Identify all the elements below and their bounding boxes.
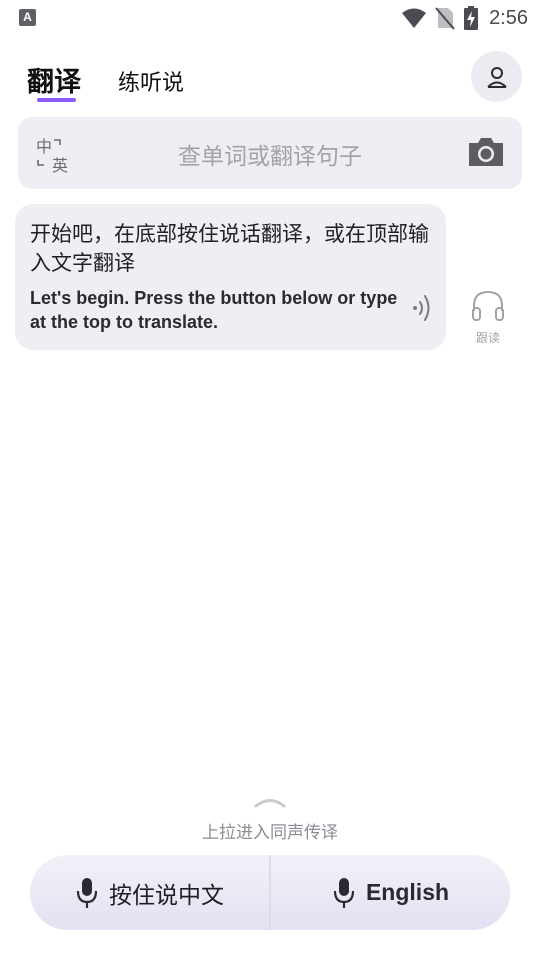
message-text-english: Let's begin. Press the button below or t… (30, 288, 398, 332)
hold-to-speak-english-label: English (365, 879, 450, 905)
hold-to-speak-chinese-label: 按住说中文 (109, 882, 224, 909)
header: 翻译 练听说 (0, 50, 540, 110)
sound-wave-icon (413, 295, 430, 321)
play-audio-button[interactable] (411, 290, 435, 326)
tab-practice-listening-speaking[interactable]: 练听说 (118, 65, 184, 97)
voice-record-bar: 按住说中文 English (30, 855, 510, 930)
status-time: 2:56 (489, 6, 528, 29)
chevron-up-icon (254, 799, 286, 808)
search-bar[interactable]: 中 英 查单词或翻译句子 (18, 117, 522, 189)
tab-translate[interactable]: 翻译 (27, 60, 81, 99)
hold-to-speak-english-button[interactable]: English (271, 855, 510, 930)
hold-to-speak-chinese-button[interactable]: 按住说中文 (30, 855, 269, 930)
profile-button[interactable] (471, 51, 522, 102)
microphone-icon (333, 877, 355, 908)
app-notification-icon: A (19, 9, 36, 26)
follow-read-button[interactable]: 跟读 (466, 289, 510, 349)
battery-charging-icon (464, 6, 479, 30)
welcome-message-bubble: 开始吧，在底部按住说话翻译，或在顶部输入文字翻译 Let's begin. Pr… (15, 204, 446, 350)
microphone-icon (76, 877, 98, 908)
no-sim-icon (435, 7, 455, 30)
headphones-icon (472, 290, 504, 321)
camera-icon (469, 138, 503, 166)
wifi-icon (402, 8, 427, 28)
pull-up-handle[interactable]: 上拉进入同声传译 (0, 794, 540, 843)
pull-up-label: 上拉进入同声传译 (202, 823, 338, 843)
user-icon (486, 66, 507, 88)
status-bar: A 2:56 (0, 0, 540, 36)
camera-button[interactable] (467, 135, 505, 169)
search-placeholder[interactable]: 查单词或翻译句子 (18, 137, 522, 171)
status-icons: 2:56 (401, 4, 528, 32)
follow-read-label: 跟读 (475, 331, 500, 345)
message-text-chinese: 开始吧，在底部按住说话翻译，或在顶部输入文字翻译 (30, 222, 429, 275)
active-tab-indicator (37, 98, 76, 102)
